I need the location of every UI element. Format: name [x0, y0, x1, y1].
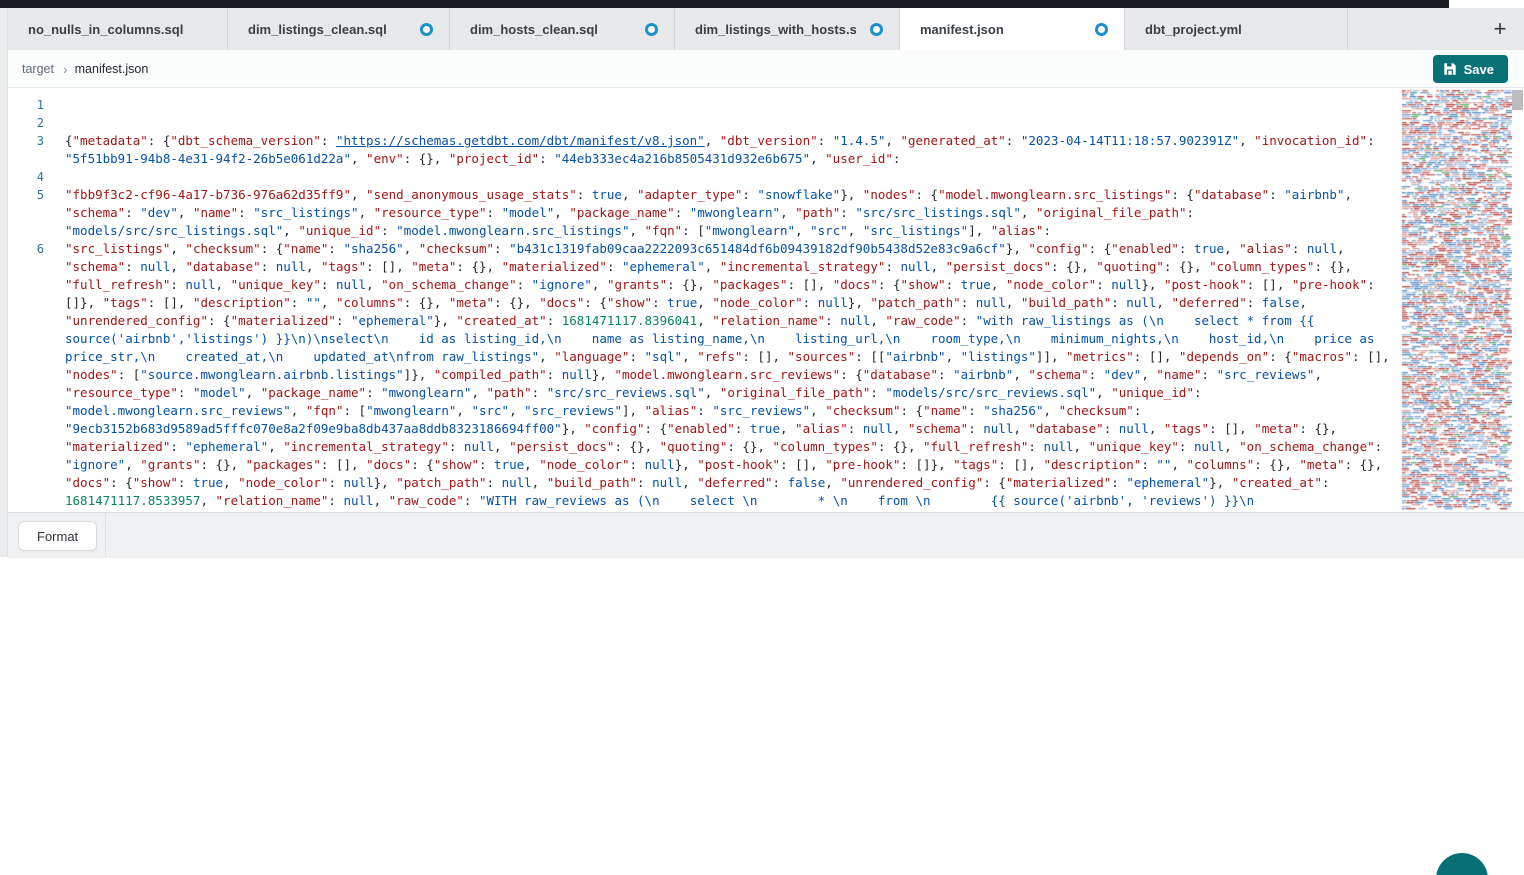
tab-label: dim_listings_with_hosts.sql [695, 22, 856, 37]
left-rail [0, 8, 8, 557]
tab-label: dim_listings_clean.sql [248, 22, 387, 37]
breadcrumb-bar: target › manifest.json Save [8, 50, 1524, 88]
save-button[interactable]: Save [1433, 55, 1508, 83]
code-text[interactable] [65, 96, 1392, 114]
tab-bar: no_nulls_in_columns.sql dim_listings_clea… [8, 8, 1524, 50]
help-chat-button[interactable] [1436, 853, 1488, 875]
unsaved-changes-indicator-icon[interactable] [420, 23, 433, 36]
code-text[interactable] [65, 168, 1392, 186]
tab-dbt-project-yml[interactable]: dbt_project.yml [1125, 8, 1348, 50]
code-text[interactable]: "src_listings", "checksum": {"name": "sh… [65, 240, 1392, 512]
tab-label: dbt_project.yml [1145, 22, 1242, 37]
tab-no-nulls-in-columns-sql[interactable]: no_nulls_in_columns.sql [8, 8, 228, 50]
code-line[interactable]: 1 [8, 96, 1392, 114]
code-editor[interactable]: 1 2 3{"metadata": {"dbt_schema_version":… [8, 88, 1524, 512]
tab-dim-hosts-clean-sql[interactable]: dim_hosts_clean.sql [450, 8, 675, 50]
code-text[interactable]: "fbb9f3c2-cf96-4a17-b736-976a62d35ff9", … [65, 186, 1392, 240]
tab-manifest-json[interactable]: manifest.json [900, 8, 1125, 50]
tab-dim-listings-with-hosts-sql[interactable]: dim_listings_with_hosts.sql [675, 8, 900, 50]
new-tab-button[interactable]: + [1482, 8, 1518, 50]
code-text[interactable] [65, 114, 1392, 132]
browser-top-strip [0, 0, 1449, 8]
results-panel [8, 557, 1524, 875]
unsaved-changes-indicator-icon[interactable] [1095, 23, 1108, 36]
line-number: 6 [8, 240, 65, 258]
tab-label: no_nulls_in_columns.sql [28, 22, 183, 37]
code-text[interactable]: {"metadata": {"dbt_schema_version": "htt… [65, 132, 1392, 168]
unsaved-changes-indicator-icon[interactable] [870, 23, 883, 36]
floppy-disk-icon [1443, 62, 1457, 76]
format-button[interactable]: Format [18, 521, 97, 551]
breadcrumb-item-file: manifest.json [75, 62, 149, 76]
tabs-container: no_nulls_in_columns.sql dim_listings_clea… [8, 8, 1348, 50]
line-number: 1 [8, 96, 65, 114]
code-lines: 1 2 3{"metadata": {"dbt_schema_version":… [8, 96, 1392, 512]
editor-footer-bar: Format [8, 512, 1524, 557]
breadcrumb-item-target: target [22, 62, 54, 76]
tab-label: manifest.json [920, 22, 1004, 37]
save-button-label: Save [1464, 62, 1494, 77]
line-number: 4 [8, 168, 65, 186]
tab-label: dim_hosts_clean.sql [470, 22, 598, 37]
code-line[interactable]: 3{"metadata": {"dbt_schema_version": "ht… [8, 132, 1392, 168]
scrollbar-thumb[interactable] [1512, 90, 1523, 110]
unsaved-changes-indicator-icon[interactable] [645, 23, 658, 36]
code-line[interactable]: 2 [8, 114, 1392, 132]
editor-scrollbar[interactable] [1512, 88, 1524, 512]
tab-dim-listings-clean-sql[interactable]: dim_listings_clean.sql [228, 8, 450, 50]
code-line[interactable]: 5"fbb9f3c2-cf96-4a17-b736-976a62d35ff9",… [8, 186, 1392, 240]
code-line[interactable]: 6"src_listings", "checksum": {"name": "s… [8, 240, 1392, 512]
ide-main: no_nulls_in_columns.sql dim_listings_clea… [8, 8, 1524, 875]
line-number: 2 [8, 114, 65, 132]
code-line[interactable]: 4 [8, 168, 1392, 186]
footer-divider [105, 513, 106, 557]
line-number: 3 [8, 132, 65, 150]
chevron-right-icon: › [63, 61, 68, 77]
minimap[interactable] [1400, 88, 1512, 512]
line-number: 5 [8, 186, 65, 204]
